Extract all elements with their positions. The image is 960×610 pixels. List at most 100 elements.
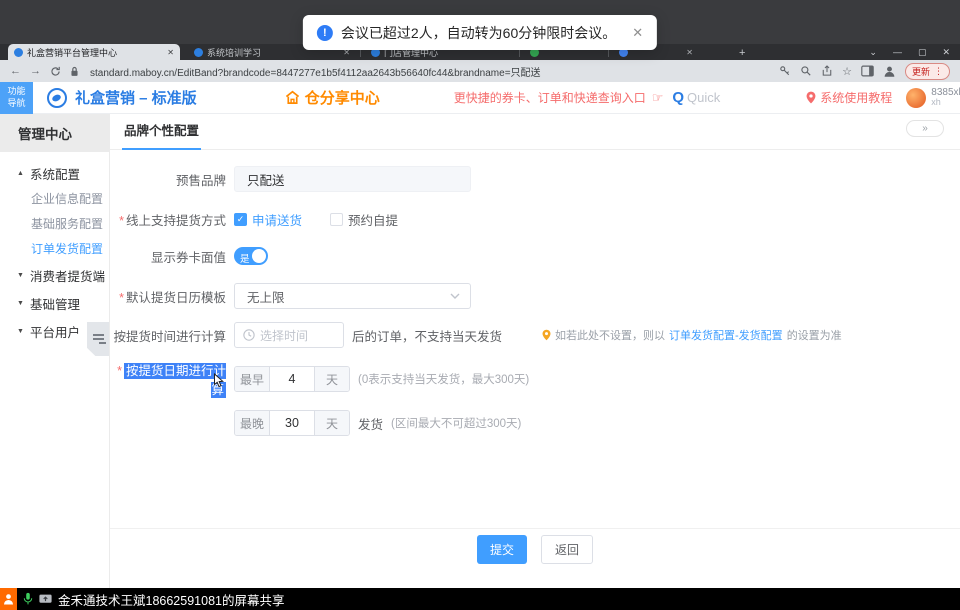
kebab-menu-icon: ⋮ [934, 66, 943, 77]
sidebar-group-label: 系统配置 [30, 164, 80, 183]
screen-share-bar: 金禾通技术王斌18662591081的屏幕共享 [0, 588, 960, 610]
time-placeholder: 选择时间 [260, 327, 308, 344]
field-label-text-selected: 按提货日期进行计算 [124, 363, 226, 398]
latest-hint: (区间最大不可超过300天) [391, 415, 521, 431]
sidebar-group-system-config[interactable]: ▲ 系统配置 [0, 160, 109, 186]
profile-icon[interactable] [883, 65, 896, 78]
quick-q-icon: Q [672, 89, 684, 106]
field-label: 按提货时间进行计算 [110, 326, 226, 345]
system-tutorial-link[interactable]: 系统使用教程 [806, 89, 892, 106]
forward-icon[interactable]: → [30, 65, 41, 77]
calendar-template-select[interactable]: 无上限 [234, 283, 471, 309]
sidebar-group-basic-management[interactable]: ▼ 基础管理 [0, 289, 109, 317]
function-nav-button[interactable]: 功能 导航 [0, 82, 33, 114]
tip-text-post: 的设置为准 [787, 327, 842, 343]
brand-logo [47, 88, 67, 108]
quick-entry-promo-text: 更快捷的券卡、订单和快递查询入口 [454, 89, 646, 106]
toast-message: 会议已超过2人，自动转为60分钟限时会议。 [341, 23, 616, 43]
earliest-days-input-group: 最早 天 [234, 366, 350, 392]
sidebar-collapse-handle[interactable] [87, 322, 109, 356]
latest-unit: 天 [314, 411, 349, 435]
submit-button[interactable]: 提交 [477, 535, 527, 564]
sidebar-item-enterprise-info[interactable]: 企业信息配置 [0, 186, 109, 211]
latest-days-input[interactable] [270, 411, 314, 435]
earliest-days-input[interactable] [270, 367, 314, 391]
field-label: 预售品牌 [110, 170, 226, 189]
required-asterisk: * [117, 364, 122, 378]
form-row-by-time: 按提货时间进行计算 选择时间 后的订单，不支持当天发货 如若此处不设置，则以订单… [110, 322, 960, 348]
tab-brand-personal-config[interactable]: 品牌个性配置 [122, 120, 201, 150]
user-avatar[interactable] [906, 88, 926, 108]
earliest-prefix: 最早 [235, 367, 270, 391]
tip-link[interactable]: 订单发货配置-发货配置 [669, 327, 783, 343]
key-icon[interactable] [779, 65, 791, 77]
sidebar-group-label: 平台用户 [30, 322, 80, 341]
back-button[interactable]: 返回 [541, 535, 593, 564]
sidebar: 管理中心 ▲ 系统配置 企业信息配置 基础服务配置 订单发货配置 ▼ 消费者提货… [0, 114, 110, 588]
tab-gift-admin[interactable]: 礼盒营销平台管理中心 ✕ [8, 44, 180, 60]
app-title: 礼盒营销 – 标准版 [75, 87, 197, 108]
field-label: *按提货日期进行计算 [110, 360, 226, 398]
select-value: 无上限 [247, 287, 285, 306]
checkbox-self-pickup-unchecked[interactable] [330, 213, 343, 226]
warehouse-share-center-link[interactable]: 仓分享中心 [285, 87, 380, 108]
screen-share-text: 金禾通技术王斌18662591081的屏幕共享 [58, 590, 284, 609]
window-controls: ⌄ — ▢ ✕ [869, 44, 950, 60]
close-button[interactable]: ✕ [942, 47, 950, 58]
tutorial-label: 系统使用教程 [820, 89, 892, 106]
checkbox-label-delivery[interactable]: 申请送货 [252, 210, 302, 229]
maximize-button[interactable]: ▢ [918, 47, 927, 58]
chevron-down-icon: ▼ [17, 272, 24, 279]
sidebar-group-label: 消费者提货端 [30, 266, 105, 285]
hamburger-icon [93, 334, 104, 336]
sharer-avatar-icon[interactable] [0, 588, 17, 610]
tab-close-icon[interactable]: ✕ [686, 48, 693, 57]
tab-title: 礼盒营销平台管理中心 [27, 46, 160, 59]
update-label: 更新 [912, 65, 930, 78]
sidebar-item-label: 基础服务配置 [31, 215, 103, 232]
panel-collapse-button[interactable]: » [906, 120, 944, 137]
time-picker-input[interactable]: 选择时间 [234, 322, 344, 348]
browser-menu-icon[interactable]: ⌄ [869, 47, 877, 58]
sidebar-group-consumer-pickup[interactable]: ▼ 消费者提货端 [0, 261, 109, 289]
earliest-unit: 天 [314, 367, 349, 391]
sidebar-item-order-delivery[interactable]: 订单发货配置 [0, 236, 109, 261]
back-icon[interactable]: ← [10, 65, 21, 77]
zoom-icon[interactable] [800, 65, 812, 77]
side-panel-icon[interactable] [861, 65, 874, 77]
quick-search-link[interactable]: Q Quick [672, 89, 720, 106]
tab-close-icon[interactable]: ✕ [167, 48, 174, 57]
field-label-text: 默认提货日历模板 [126, 291, 226, 305]
presale-brand-input[interactable] [234, 166, 471, 192]
user-info: 8385xh xh [931, 87, 960, 108]
earliest-hint: (0表示支持当天发货，最大300天) [358, 371, 529, 387]
checkbox-label-self-pickup[interactable]: 预约自提 [348, 210, 398, 229]
bookmark-star-icon[interactable]: ☆ [842, 65, 852, 78]
form-row-pickup-methods: *线上支持提货方式 ✓ 申请送货 预约自提 [110, 209, 960, 229]
form-actions: 提交 返回 [110, 528, 960, 564]
sidebar-title: 管理中心 [0, 114, 109, 152]
face-value-toggle-on[interactable]: 是 [234, 247, 268, 265]
checkbox-delivery-checked[interactable]: ✓ [234, 213, 247, 226]
toast-close-icon[interactable]: ✕ [632, 25, 643, 41]
main-content: 品牌个性配置 » 预售品牌 *线上支持提货方式 ✓ 申请送货 预约自提 [110, 114, 960, 588]
latest-prefix: 最晚 [235, 411, 270, 435]
warehouse-icon [285, 90, 300, 105]
field-label: 显示券卡面值 [110, 247, 226, 266]
tip-text-pre: 如若此处不设置，则以 [555, 327, 665, 343]
latest-days-input-group: 最晚 天 [234, 410, 350, 436]
location-pin-icon [542, 329, 551, 341]
lock-icon [70, 66, 79, 77]
minimize-button[interactable]: — [893, 47, 902, 57]
url-field[interactable]: standard.maboy.cn/EditBand?brandcode=844… [90, 64, 770, 79]
tab-favicon [194, 48, 203, 57]
new-tab-button[interactable]: + [739, 47, 745, 59]
pointing-hand-icon: ☞ [652, 90, 664, 106]
chrome-update-button[interactable]: 更新 ⋮ [905, 63, 950, 80]
field-label: *默认提货日历模板 [110, 287, 226, 306]
share-icon[interactable] [821, 65, 833, 77]
field-label-text: 线上支持提货方式 [126, 214, 226, 228]
sidebar-item-basic-service[interactable]: 基础服务配置 [0, 211, 109, 236]
reload-icon[interactable] [50, 66, 61, 77]
chevron-down-icon: ▼ [17, 300, 24, 307]
